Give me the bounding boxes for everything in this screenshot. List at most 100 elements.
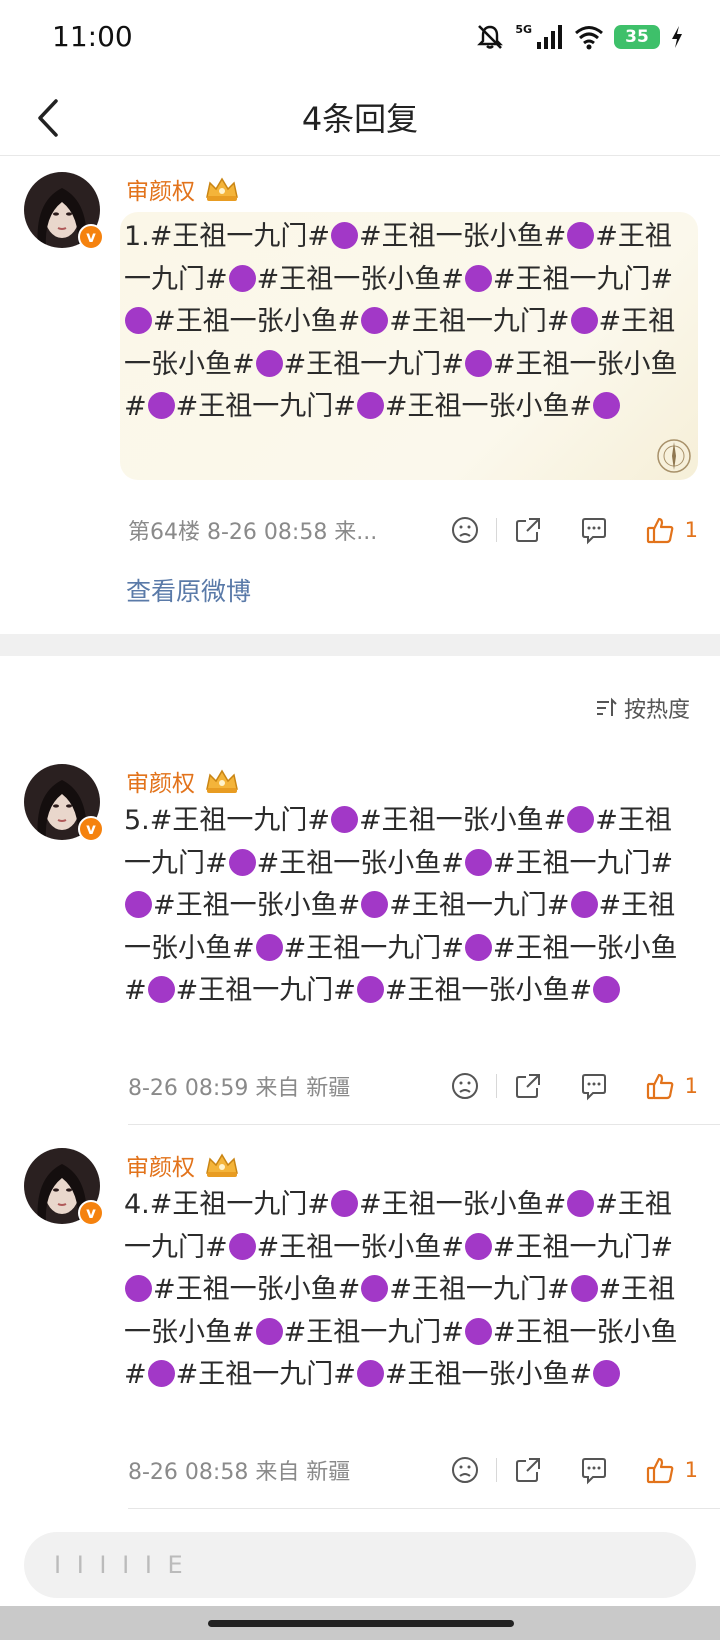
view-original-link[interactable]: 查看原微博 xyxy=(126,572,251,608)
avatar[interactable]: v xyxy=(24,1148,104,1226)
purple-circle-emoji-icon xyxy=(464,848,492,876)
share-button[interactable] xyxy=(513,1071,543,1101)
topic-text: #王祖一张小鱼# xyxy=(256,263,464,295)
purple-circle-emoji-icon xyxy=(255,1317,283,1345)
topic-text: #王祖一九门# xyxy=(283,1316,464,1348)
section-divider xyxy=(0,634,720,656)
like-button[interactable]: 1 xyxy=(645,1455,698,1485)
sad-face-icon xyxy=(451,1073,478,1099)
reply-meta-text: 8-26 08:59 来自 新疆 xyxy=(128,1076,351,1101)
avatar[interactable]: v xyxy=(24,764,104,842)
username[interactable]: 审颜权 xyxy=(126,1148,195,1182)
share-icon xyxy=(515,518,540,542)
crown-icon xyxy=(206,177,238,201)
purple-circle-emoji-icon xyxy=(570,1275,598,1302)
verified-badge-icon: v xyxy=(78,224,104,250)
thumbs-up-icon xyxy=(646,517,673,544)
purple-circle-emoji-icon xyxy=(228,1232,256,1260)
topic-text: #王祖一张小鱼# xyxy=(256,1231,464,1263)
purple-circle-emoji-icon xyxy=(570,891,598,918)
reply-text: 5.#王祖一九门# #王祖一张小鱼# #王祖一九门# #王祖一张小鱼# #王祖一九门# #… xyxy=(124,800,694,1013)
like-count: 1 xyxy=(684,1458,698,1482)
username[interactable]: 审颜权 xyxy=(126,172,195,206)
comment-actions: 1 xyxy=(450,510,698,550)
reply-actions: 1 xyxy=(450,1066,698,1106)
purple-circle-emoji-icon xyxy=(331,806,359,833)
sort-label: 按热度 xyxy=(623,698,690,723)
purple-circle-emoji-icon xyxy=(567,1190,595,1217)
purple-circle-emoji-icon xyxy=(255,933,283,961)
sort-icon xyxy=(596,697,617,716)
purple-circle-emoji-icon xyxy=(567,806,595,833)
dislike-button[interactable] xyxy=(450,1071,480,1101)
purple-circle-emoji-icon xyxy=(464,349,492,377)
like-button[interactable]: 1 xyxy=(645,1071,698,1101)
thumbs-up-icon xyxy=(646,1073,673,1100)
topic-text: #王祖一张小鱼# xyxy=(256,847,464,879)
thumbs-up-icon xyxy=(646,1457,673,1484)
crown-icon xyxy=(206,1153,238,1177)
sad-face-icon xyxy=(451,1457,478,1483)
comment-meta: 第64楼 8-26 08:58 来... 1 xyxy=(128,510,698,550)
topic-text: #王祖一张小鱼# xyxy=(359,805,567,836)
topic-text: #王祖一九门# xyxy=(492,847,674,879)
topic-text: #王祖一九门# xyxy=(492,1231,674,1263)
purple-circle-emoji-icon xyxy=(593,1360,621,1387)
home-indicator[interactable] xyxy=(208,1620,514,1627)
reply-input-placeholder: I I I I I E xyxy=(54,1551,187,1579)
avatar[interactable]: v xyxy=(24,172,104,250)
sort-toggle[interactable]: 按热度 xyxy=(594,692,690,724)
topic-text: #王祖一张小鱼# xyxy=(359,221,567,252)
purple-circle-emoji-icon xyxy=(567,222,595,249)
share-button[interactable] xyxy=(513,1455,543,1485)
share-icon xyxy=(515,1458,540,1482)
topic-text: 4.#王祖一九门# xyxy=(124,1189,331,1220)
topic-text: #王祖一张小鱼# xyxy=(359,1189,567,1220)
purple-circle-emoji-icon xyxy=(331,222,359,249)
topic-text: #王祖一九门# xyxy=(283,348,464,380)
signal-icon xyxy=(537,25,562,49)
bell-off-icon xyxy=(477,25,504,49)
purple-circle-emoji-icon xyxy=(464,933,492,961)
page-title: 4条回复 xyxy=(301,100,419,138)
comment-icon xyxy=(581,1074,606,1101)
purple-circle-emoji-icon xyxy=(593,392,621,419)
reply-input[interactable]: I I I I I E xyxy=(24,1532,696,1598)
username-row: 审颜权 xyxy=(126,764,241,798)
reply-actions: 1 xyxy=(450,1450,698,1490)
comment-text: 1.#王祖一九门# #王祖一张小鱼# #王祖一九门# #王祖一张小鱼# #王祖一九门# #… xyxy=(124,216,694,429)
purple-circle-emoji-icon xyxy=(228,848,256,876)
topic-text: #王祖一张小鱼# xyxy=(153,306,361,337)
topic-text: #王祖一九门# xyxy=(283,932,464,964)
status-bar: 11:00 5G 35 xyxy=(0,0,720,80)
purple-circle-emoji-icon xyxy=(125,891,152,918)
purple-circle-emoji-icon xyxy=(464,1232,492,1260)
purple-circle-emoji-icon xyxy=(125,1275,152,1302)
row-divider xyxy=(128,1508,720,1509)
like-button[interactable]: 1 xyxy=(645,515,698,545)
comment-button[interactable] xyxy=(579,1071,609,1101)
topic-text: #王祖一九门# xyxy=(389,890,570,921)
purple-circle-emoji-icon xyxy=(255,349,283,377)
sad-face-icon xyxy=(451,517,478,543)
row-divider xyxy=(128,1124,720,1125)
share-button[interactable] xyxy=(513,515,543,545)
purple-circle-emoji-icon xyxy=(147,976,175,1003)
comment-button[interactable] xyxy=(579,515,609,545)
comment-button[interactable] xyxy=(579,1455,609,1485)
purple-circle-emoji-icon xyxy=(356,392,384,419)
status-icons: 5G 35 xyxy=(475,22,684,52)
topic-text: #王祖一九门# xyxy=(389,306,570,337)
wifi-icon xyxy=(575,26,603,50)
purple-circle-emoji-icon xyxy=(228,264,256,292)
verified-badge-icon: v xyxy=(78,816,104,842)
verified-badge-icon: v xyxy=(78,1200,104,1226)
topic-text: #王祖一张小鱼# xyxy=(384,1359,593,1390)
like-count: 1 xyxy=(684,1074,698,1098)
purple-circle-emoji-icon xyxy=(331,1190,359,1217)
charging-icon xyxy=(672,26,682,48)
username[interactable]: 审颜权 xyxy=(126,764,195,798)
dislike-button[interactable] xyxy=(450,1455,480,1485)
dislike-button[interactable] xyxy=(450,515,480,545)
purple-circle-emoji-icon xyxy=(361,891,389,918)
